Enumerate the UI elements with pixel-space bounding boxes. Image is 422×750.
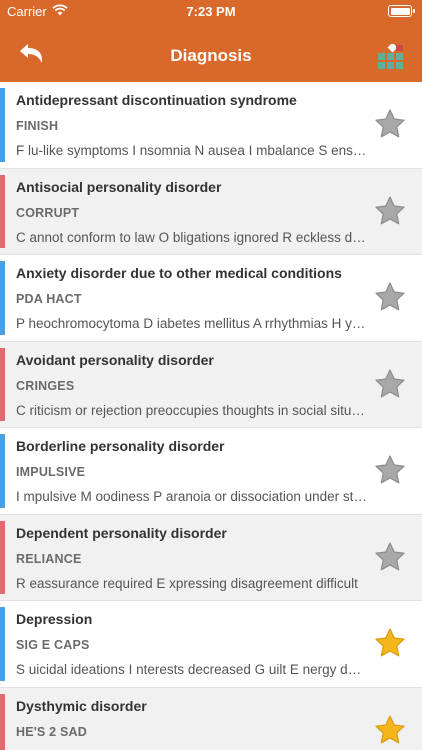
favorite-star-icon[interactable] xyxy=(374,108,406,140)
mnemonic-expansion: R eassurance required E xpressing disagr… xyxy=(16,575,358,591)
category-color-bar xyxy=(0,88,5,162)
diagnosis-name: Borderline personality disorder xyxy=(16,438,225,454)
category-color-bar xyxy=(0,347,5,421)
diagnosis-name: Depression xyxy=(16,611,93,627)
page-title: Diagnosis xyxy=(170,46,252,65)
diagnosis-name: Dysthymic disorder xyxy=(16,697,147,714)
category-color-bar xyxy=(0,261,5,335)
favorite-star-icon[interactable] xyxy=(374,281,406,313)
list-item[interactable]: Dysthymic disorder HE'S 2 SAD xyxy=(0,687,422,750)
mnemonic-label: RELIANCE xyxy=(16,551,82,566)
list-item[interactable]: Dependent personality disorder RELIANCE … xyxy=(0,514,422,601)
favorite-star-icon[interactable] xyxy=(374,368,406,400)
category-color-bar xyxy=(0,174,5,248)
diagnosis-list: Antidepressant discontinuation syndrome … xyxy=(0,82,422,750)
category-color-bar xyxy=(0,520,5,594)
mnemonic-label: CRINGES xyxy=(16,378,75,393)
category-grid-icon[interactable] xyxy=(378,44,404,70)
mnemonic-label: PDA HACT xyxy=(16,292,82,306)
list-item[interactable]: Antidepressant discontinuation syndrome … xyxy=(0,82,422,169)
mnemonic-label: SIG E CAPS xyxy=(16,638,90,652)
category-color-bar xyxy=(0,607,5,681)
mnemonic-label: FINISH xyxy=(16,119,59,133)
favorite-star-icon[interactable] xyxy=(374,714,406,746)
category-color-bar xyxy=(0,693,5,750)
clock: 7:23 PM xyxy=(186,4,236,19)
favorite-star-icon[interactable] xyxy=(374,627,406,659)
battery-icon xyxy=(388,5,415,17)
mnemonic-label: IMPULSIVE xyxy=(16,465,86,479)
mnemonic-expansion: P heochromocytoma D iabetes mellitus A r… xyxy=(16,316,368,331)
diagnosis-name: Dependent personality disorder xyxy=(16,524,227,541)
diagnosis-name: Antisocial personality disorder xyxy=(16,178,222,195)
status-bar: Carrier 7:23 PM xyxy=(0,0,422,22)
diagnosis-name: Antidepressant discontinuation syndrome xyxy=(16,92,297,108)
mnemonic-label: HE'S 2 SAD xyxy=(16,724,87,739)
diagnosis-name: Anxiety disorder due to other medical co… xyxy=(16,265,342,281)
list-item[interactable]: Antisocial personality disorder CORRUPT … xyxy=(0,168,422,255)
mnemonic-expansion: C riticism or rejection preoccupies thou… xyxy=(16,402,368,418)
favorite-star-icon[interactable] xyxy=(374,195,406,227)
mnemonic-expansion: F lu-like symptoms I nsomnia N ausea I m… xyxy=(16,143,368,158)
navigation-bar: Diagnosis xyxy=(0,22,422,82)
mnemonic-expansion: C annot conform to law O bligations igno… xyxy=(16,229,368,245)
category-color-bar xyxy=(0,434,5,508)
mnemonic-expansion: S uicidal ideations I nterests decreased… xyxy=(16,662,368,677)
diagnosis-name: Avoidant personality disorder xyxy=(16,351,214,368)
favorite-star-icon[interactable] xyxy=(374,454,406,486)
favorite-star-icon[interactable] xyxy=(374,541,406,573)
list-item[interactable]: Borderline personality disorder IMPULSIV… xyxy=(0,428,422,515)
mnemonic-label: CORRUPT xyxy=(16,205,80,220)
list-item[interactable]: Depression SIG E CAPS S uicidal ideation… xyxy=(0,601,422,688)
mnemonic-expansion: I mpulsive M oodiness P aranoia or disso… xyxy=(16,489,368,504)
list-item[interactable]: Anxiety disorder due to other medical co… xyxy=(0,255,422,342)
list-item[interactable]: Avoidant personality disorder CRINGES C … xyxy=(0,341,422,428)
